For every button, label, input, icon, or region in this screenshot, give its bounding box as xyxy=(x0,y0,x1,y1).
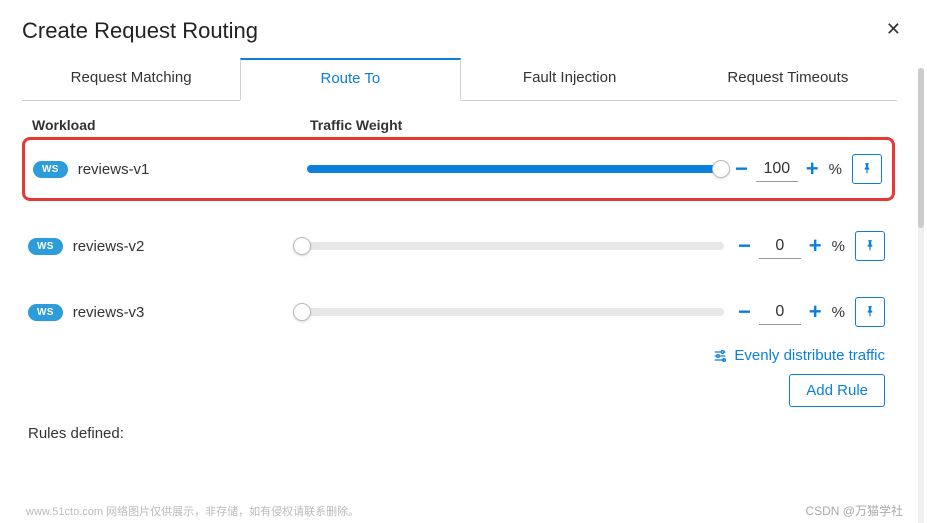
pin-icon xyxy=(860,162,874,176)
plus-button[interactable]: + xyxy=(803,299,828,325)
percent-label: % xyxy=(832,238,845,255)
minus-button[interactable]: − xyxy=(732,233,757,259)
workload-row-highlighted: WS reviews-v1 − + % xyxy=(22,137,895,201)
add-rule-button[interactable]: Add Rule xyxy=(789,374,885,407)
weight-input[interactable] xyxy=(759,234,801,259)
close-icon[interactable]: ✕ xyxy=(882,18,905,40)
plus-button[interactable]: + xyxy=(803,233,828,259)
pin-button[interactable] xyxy=(855,231,885,261)
modal-header: Create Request Routing ✕ xyxy=(22,18,905,44)
pin-icon xyxy=(863,239,877,253)
header-workload: Workload xyxy=(32,117,310,133)
ws-badge: WS xyxy=(33,161,68,178)
slider-thumb[interactable] xyxy=(293,303,311,321)
percent-label: % xyxy=(829,161,842,178)
weight-slider[interactable] xyxy=(307,165,721,173)
tabs: Request Matching Route To Fault Injectio… xyxy=(22,58,897,101)
tab-fault-injection[interactable]: Fault Injection xyxy=(461,58,679,100)
tab-route-to[interactable]: Route To xyxy=(240,58,460,101)
ws-badge: WS xyxy=(28,238,63,255)
pin-button[interactable] xyxy=(855,297,885,327)
header-traffic-weight: Traffic Weight xyxy=(310,117,402,133)
workload-name: reviews-v1 xyxy=(78,161,150,178)
workload-name: reviews-v3 xyxy=(73,304,145,321)
footer-attribution: CSDN @万猫学社 xyxy=(805,502,903,519)
scrollbar-thumb[interactable] xyxy=(918,68,924,228)
pin-button[interactable] xyxy=(852,154,882,184)
workload-row: WS reviews-v2 − + % xyxy=(22,225,895,267)
percent-label: % xyxy=(832,304,845,321)
column-headers: Workload Traffic Weight xyxy=(22,101,905,137)
ws-badge: WS xyxy=(28,304,63,321)
tab-request-timeouts[interactable]: Request Timeouts xyxy=(679,58,897,100)
slider-thumb[interactable] xyxy=(712,160,730,178)
evenly-distribute-link[interactable]: Evenly distribute traffic xyxy=(712,347,885,364)
weight-slider[interactable] xyxy=(302,242,724,250)
tab-request-matching[interactable]: Request Matching xyxy=(22,58,240,100)
workload-name: reviews-v2 xyxy=(73,238,145,255)
weight-input[interactable] xyxy=(759,300,801,325)
slider-thumb[interactable] xyxy=(293,237,311,255)
weight-slider[interactable] xyxy=(302,308,724,316)
scrollbar-track[interactable] xyxy=(918,68,924,523)
minus-button[interactable]: − xyxy=(729,156,754,182)
plus-button[interactable]: + xyxy=(800,156,825,182)
weight-input[interactable] xyxy=(756,157,798,182)
minus-button[interactable]: − xyxy=(732,299,757,325)
sliders-icon xyxy=(712,348,728,364)
workload-row: WS reviews-v3 − + % xyxy=(22,291,895,333)
pin-icon xyxy=(863,305,877,319)
footer-disclaimer: www.51cto.com 网络图片仅供展示，非存储，如有侵权请联系删除。 xyxy=(26,503,359,519)
modal-title: Create Request Routing xyxy=(22,18,258,44)
evenly-distribute-label: Evenly distribute traffic xyxy=(734,347,885,364)
rules-defined-label: Rules defined: xyxy=(22,417,905,442)
